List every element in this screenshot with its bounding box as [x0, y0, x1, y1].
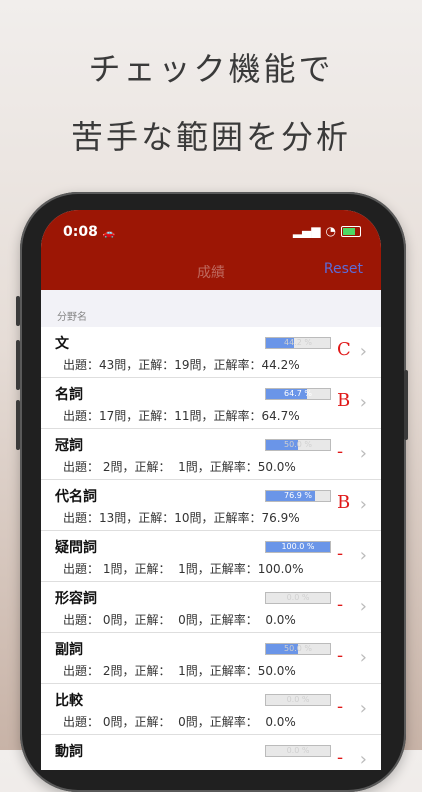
category-name: 冠詞 [55, 438, 83, 454]
category-stats: 出題： 2問，正解： 1問，正解率：50.0% [63, 664, 296, 678]
accuracy-bar-label: 44.2 % [284, 338, 312, 347]
category-name: 疑問詞 [55, 540, 97, 556]
accuracy-bar: 64.7 % [265, 388, 331, 400]
grade-mark: - [337, 441, 344, 462]
accuracy-bar: 76.9 % [265, 490, 331, 502]
accuracy-bar: 50.0 % [265, 643, 331, 655]
accuracy-bar: 100.0 % [265, 541, 331, 553]
list-item[interactable]: 疑問詞 出題： 1問，正解： 1問，正解率：100.0% 100.0 % - › [41, 531, 381, 582]
accuracy-bar: 50.0 % [265, 439, 331, 451]
phone-volume-up [16, 340, 20, 390]
list-item[interactable]: 副詞 出題： 2問，正解： 1問，正解率：50.0% 50.0 % - › [41, 633, 381, 684]
category-stats: 出題： 0問，正解： 0問，正解率： 0.0% [63, 613, 296, 627]
category-stats: 出題：43問，正解：19問，正解率：44.2% [63, 358, 300, 372]
category-name: 文 [55, 336, 69, 352]
accuracy-bar-label: 50.0 % [284, 440, 312, 449]
headline-line-2: 苦手な範囲を分析 [70, 118, 351, 156]
phone-power-button [404, 370, 408, 440]
grade-mark: - [337, 594, 344, 615]
battery-icon [341, 225, 361, 237]
phone-mute-switch [16, 296, 20, 326]
accuracy-bar: 0.0 % [265, 694, 331, 706]
chevron-right-icon: › [359, 392, 367, 413]
grade-mark: B [337, 390, 351, 411]
phone-volume-down [16, 400, 20, 450]
chevron-right-icon: › [359, 596, 367, 617]
category-stats: 出題： 2問，正解： 1問，正解率：50.0% [63, 460, 296, 474]
category-name: 動詞 [55, 744, 83, 760]
accuracy-bar-label: 50.0 % [284, 644, 312, 653]
category-stats: 出題：13問，正解：10問，正解率：76.9% [63, 511, 300, 525]
accuracy-bar: 0.0 % [265, 592, 331, 604]
category-name: 比較 [55, 693, 83, 709]
chevron-right-icon: › [359, 443, 367, 464]
list-item[interactable]: 文 出題：43問，正解：19問，正解率：44.2% 44.2 % C › [41, 327, 381, 378]
chevron-right-icon: › [359, 749, 367, 770]
chevron-right-icon: › [359, 545, 367, 566]
section-header: 分野名 [57, 312, 87, 323]
accuracy-bar: 0.0 % [265, 745, 331, 757]
category-name: 形容詞 [55, 591, 97, 607]
chevron-right-icon: › [359, 494, 367, 515]
signal-icon: ▂▄▆ [292, 224, 321, 238]
grade-mark: B [337, 492, 351, 513]
category-stats: 出題：17問，正解：11問，正解率：64.7% [63, 409, 300, 423]
category-name: 副詞 [55, 642, 83, 658]
reset-button[interactable]: Reset [324, 261, 363, 277]
grade-mark: - [337, 747, 344, 768]
list-item[interactable]: 動詞 0.0 % - › [41, 735, 381, 770]
list-item[interactable]: 冠詞 出題： 2問，正解： 1問，正解率：50.0% 50.0 % - › [41, 429, 381, 480]
grade-mark: C [337, 339, 351, 360]
accuracy-bar: 44.2 % [265, 337, 331, 349]
accuracy-bar-label: 0.0 % [286, 746, 310, 755]
wifi-icon: ◔ [325, 224, 336, 238]
list-item[interactable]: 代名詞 出題：13問，正解：10問，正解率：76.9% 76.9 % B › [41, 480, 381, 531]
list-item[interactable]: 名詞 出題：17問，正解：11問，正解率：64.7% 64.7 % B › [41, 378, 381, 429]
accuracy-bar-label: 100.0 % [281, 542, 315, 551]
list-item[interactable]: 比較 出題： 0問，正解： 0問，正解率： 0.0% 0.0 % - › [41, 684, 381, 735]
category-list: 文 出題：43問，正解：19問，正解率：44.2% 44.2 % C › 名詞 … [41, 327, 381, 770]
phone-screen: 0:08 🚗 ▂▄▆ ◔ 成績 Reset 分野名 文 出題：43問，正解：19… [41, 210, 381, 770]
grade-mark: - [337, 645, 344, 666]
grade-mark: - [337, 543, 344, 564]
category-stats: 出題： 0問，正解： 0問，正解率： 0.0% [63, 715, 296, 729]
chevron-right-icon: › [359, 698, 367, 719]
category-stats: 出題： 1問，正解： 1問，正解率：100.0% [63, 562, 304, 576]
list-item[interactable]: 形容詞 出題： 0問，正解： 0問，正解率： 0.0% 0.0 % - › [41, 582, 381, 633]
chevron-right-icon: › [359, 647, 367, 668]
category-name: 名詞 [55, 387, 83, 403]
accuracy-bar-label: 64.7 % [284, 389, 312, 398]
grade-mark: - [337, 696, 344, 717]
navigation-bar: 成績 Reset [41, 250, 381, 290]
status-time: 0:08 🚗 [63, 224, 116, 240]
car-icon: 🚗 [102, 228, 116, 239]
accuracy-bar-label: 76.9 % [284, 491, 312, 500]
chevron-right-icon: › [359, 341, 367, 362]
status-icons: ▂▄▆ ◔ [293, 224, 361, 238]
headline-line-1: チェック機能で [88, 50, 334, 88]
category-name: 代名詞 [55, 489, 97, 505]
accuracy-bar-label: 0.0 % [286, 593, 310, 602]
accuracy-bar-label: 0.0 % [286, 695, 310, 704]
